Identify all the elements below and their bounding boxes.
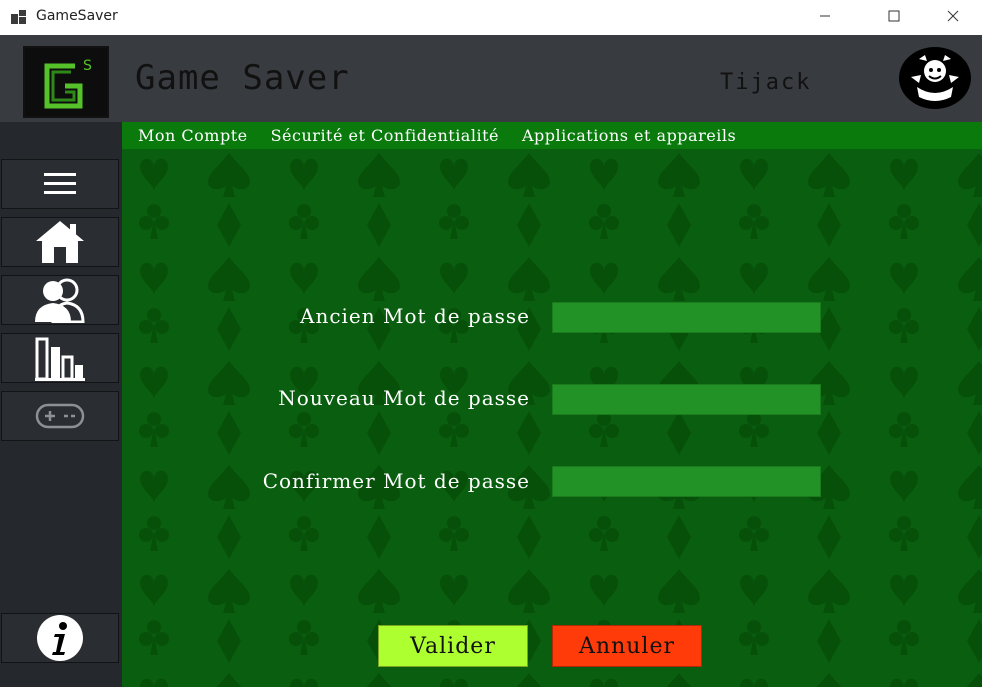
svg-text:S: S: [83, 58, 92, 74]
confirm-password-field[interactable]: [552, 466, 821, 497]
minimize-button[interactable]: [802, 0, 848, 32]
app-name: Game Saver: [135, 58, 350, 98]
close-button[interactable]: [930, 0, 976, 32]
sidebar-item-info[interactable]: [1, 613, 119, 663]
window-titlebar: GameSaver: [0, 0, 982, 35]
avatar-image: [905, 48, 965, 108]
tab-securite[interactable]: Sécurité et Confidentialité: [271, 126, 499, 145]
cancel-button[interactable]: Annuler: [552, 625, 702, 667]
sidebar-item-stats[interactable]: [1, 333, 119, 383]
sidebar-item-games[interactable]: [1, 391, 119, 441]
new-password-label: Nouveau Mot de passe: [278, 386, 530, 410]
stats-icon: [35, 337, 85, 381]
app-icon: [11, 10, 27, 24]
username[interactable]: Tijack: [720, 70, 811, 95]
minimize-icon: [820, 15, 830, 17]
tab-applications[interactable]: Applications et appareils: [522, 126, 736, 145]
sidebar-item-users[interactable]: [1, 275, 119, 325]
top-nav: Mon Compte Sécurité et Confidentialité A…: [122, 122, 982, 149]
old-password-label: Ancien Mot de passe: [300, 304, 530, 328]
gamepad-icon: [35, 403, 85, 429]
sidebar-item-menu[interactable]: [1, 159, 119, 209]
card-suits-background: [122, 149, 982, 687]
gs-logo-icon: S: [44, 58, 92, 109]
window-title: GameSaver: [36, 8, 118, 24]
confirm-password-label: Confirmer Mot de passe: [262, 469, 530, 493]
avatar[interactable]: [899, 47, 971, 109]
users-icon: [35, 278, 85, 323]
app-logo: S: [23, 46, 109, 118]
new-password-field[interactable]: [552, 384, 821, 415]
old-password-field[interactable]: [552, 302, 821, 333]
maximize-button[interactable]: [871, 0, 917, 32]
info-icon: [37, 615, 83, 661]
main-content: Mon Compte Sécurité et Confidentialité A…: [122, 122, 982, 687]
tab-mon-compte[interactable]: Mon Compte: [138, 126, 248, 145]
validate-button[interactable]: Valider: [378, 625, 528, 667]
maximize-icon: [888, 10, 900, 22]
sidebar-item-home[interactable]: [1, 217, 119, 267]
menu-icon: [44, 173, 76, 194]
home-icon: [36, 221, 84, 263]
close-icon: [947, 10, 959, 22]
